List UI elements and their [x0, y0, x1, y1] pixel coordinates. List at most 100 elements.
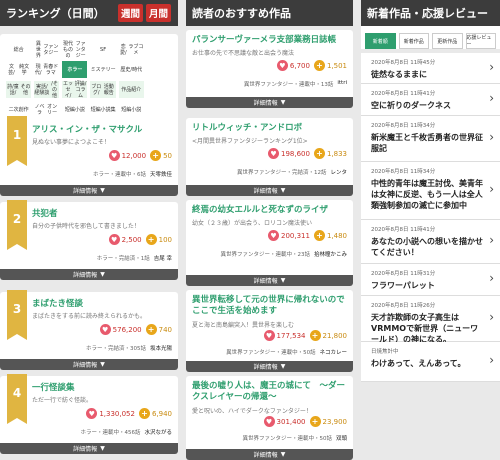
review-item[interactable]: 2020年8月8日 11時41分 あなたの小説への想いを描かせてください！ ›: [361, 220, 500, 264]
details-button[interactable]: 詳細情報 ▼: [0, 443, 178, 454]
review-title[interactable]: 天才詐欺師の女子高生はVRMMOで新世界（ニューワールド）の神になる。: [371, 312, 483, 345]
coins-count: 1,501: [326, 61, 347, 70]
author-name[interactable]: 双頭: [336, 434, 347, 442]
author-name[interactable]: ネコカレー: [320, 348, 347, 356]
work-title[interactable]: 異世界転移して元の世界に帰れないのでここで生活を始めます: [192, 295, 347, 317]
genre-item[interactable]: SF: [90, 41, 116, 58]
author-name[interactable]: 坂本光陽: [150, 344, 172, 352]
author-name[interactable]: 水沢ながる: [144, 428, 172, 436]
review-item[interactable]: 2020年8月8日 11時34分中性的青年は魔王討伐、美青年は女神に反逆、もう一…: [361, 162, 500, 220]
coin-icon: +: [313, 60, 325, 71]
review-item[interactable]: 2020年8月8日 11時41分 空に祈りのダークネス ›: [361, 84, 500, 116]
ranking-card[interactable]: 2 共犯者 自分の子供時代を邪色して書きました！ ♥ 2,500 +100 ホラー・完結済・…: [0, 200, 178, 280]
genre-label: 文芸/: [8, 63, 15, 76]
work-title[interactable]: アリス・イン・ザ・マサクル: [32, 123, 142, 135]
work-title[interactable]: 共犯者: [32, 207, 58, 219]
review-title[interactable]: フラワーパレット: [371, 280, 483, 291]
review-item[interactable]: 2020年8月8日 11時45分 徒然なるままに ›: [361, 53, 500, 84]
coins-stat: +21,800: [309, 330, 347, 341]
heart-icon: ♥: [263, 416, 275, 427]
genre-item[interactable]: 現代ものの ファンタジー: [62, 41, 88, 59]
details-button[interactable]: 詳細情報 ▼: [0, 269, 178, 280]
review-title[interactable]: 空に祈りのダークネス: [371, 100, 483, 111]
recommend-card[interactable]: 終焉の幼女エルルと死なずのライザ 幼女（２３歳）が出会う、ロリコン魔法使い ♥ 200…: [186, 200, 353, 286]
review-item[interactable]: 2020年8月8日 11時31分 フラワーパレット ›: [361, 264, 500, 296]
genre-label-line2: ラブコメ: [128, 43, 144, 56]
details-button[interactable]: 詳細情報 ▼: [186, 97, 353, 108]
reviews-column: 新着作品・応援レビュー 新着順 新着作品 更新作品 応援レビュー 2020年8月8日 …: [361, 0, 500, 460]
work-title[interactable]: 最後の嘘り人は、魔王の城にて ～ダークスレイヤーの帰還～: [192, 381, 347, 403]
genre-item[interactable]: ホラー: [62, 61, 88, 78]
author-name[interactable]: 天零鉄佳: [150, 170, 172, 178]
chevron-right-icon: ›: [489, 310, 494, 324]
author-name[interactable]: レンタ: [330, 168, 347, 176]
genre-item[interactable]: 短編小説: [118, 101, 144, 118]
review-item[interactable]: 2020年8月8日 11時26分天才詐欺師の女子高生はVRMMOで新世界（ニュー…: [361, 296, 500, 345]
review-date: 2020年8月8日 11時26分: [371, 303, 436, 309]
review-title[interactable]: 中性的青年は魔王討伐、美青年は女神に反逆、もう一人は全人類強制参加の滅亡に参加中: [371, 178, 483, 211]
coins-count: 740: [158, 325, 172, 334]
genre-item[interactable]: 短編小説集: [90, 101, 116, 118]
details-button[interactable]: 詳細情報 ▼: [186, 185, 353, 196]
genre-item[interactable]: 短編小説: [62, 101, 88, 118]
reviews-tab[interactable]: 新着順: [365, 33, 396, 49]
details-button[interactable]: 詳細情報 ▼: [186, 275, 353, 286]
genre-item[interactable]: 詩/童話/その他: [6, 81, 32, 98]
work-title[interactable]: 終焉の幼女エルルと死なずのライザ: [192, 205, 347, 216]
reviews-tab[interactable]: 更新作品: [432, 33, 463, 49]
genre-item[interactable]: ブログ/活動報告: [90, 81, 116, 98]
details-button[interactable]: 詳細情報 ▼: [0, 185, 178, 196]
genre-item[interactable]: 歴史/時代: [118, 61, 144, 78]
genre-item[interactable]: 現代/青春ドラマ: [34, 61, 60, 78]
tab-monthly-button[interactable]: 月間: [146, 4, 171, 22]
genre-item[interactable]: 総合: [6, 41, 32, 58]
recommend-card[interactable]: 異世界転移して元の世界に帰れないのでここで生活を始めます夏と海と南島編突入！異世…: [186, 290, 353, 372]
ranking-card[interactable]: 4 一行怪談集 ただ一行で紡ぐ怪談。 ♥ 1,330,052 +6,940 ホラー・連載中・…: [0, 374, 178, 454]
meta-text: 異世界ファンタジー・連載中・13話: [243, 82, 334, 88]
work-title[interactable]: 一行怪談集: [32, 381, 75, 393]
hearts-count: 576,200: [112, 325, 142, 334]
genre-item: [146, 101, 172, 118]
review-item[interactable]: 日焼焦計中 わけあって、えんあって。 ›: [361, 342, 500, 382]
genre-item[interactable]: ミステリー: [90, 61, 116, 78]
work-title[interactable]: リトルウィッチ・アンドロボ: [192, 123, 347, 134]
work-stats: ♥ 6,700 +1,501: [276, 60, 347, 71]
heart-icon: ♥: [268, 148, 279, 159]
work-title[interactable]: パランサーヴァーメラ支部業務日誌帳: [192, 35, 347, 46]
author-name[interactable]: ittri: [337, 80, 347, 88]
recommend-card[interactable]: リトルウィッチ・アンドロボ <月間異世界ファンタジーランキング1位> ♥ 198,60…: [186, 118, 353, 196]
genre-label: 短編小説集: [90, 106, 116, 113]
genre-item[interactable]: 恋愛/ラブコメ: [118, 41, 144, 58]
reviews-tab[interactable]: 応援レビュー: [465, 33, 496, 49]
author-name[interactable]: 吉尾 幸: [154, 254, 172, 262]
details-button[interactable]: 詳細情報 ▼: [0, 359, 178, 370]
recommend-card[interactable]: パランサーヴァーメラ支部業務日誌帳 お仕事の先で不思議な敵と出会う魔法 ♥ 6,700…: [186, 30, 353, 108]
genre-item[interactable]: 異世界 ファンタジー: [34, 41, 60, 59]
ranking-card[interactable]: 3 まばたき怪談 まばたきをする前に読み終えられるかも。 ♥ 576,200 +740 ホラ…: [0, 290, 178, 370]
coins-count: 50: [163, 151, 172, 160]
ranking-card[interactable]: 1 アリス・イン・ザ・マサクル 見ぬない事夢によつよこそ！ ♥ 12,000 +50 ホラー…: [0, 116, 178, 196]
rank-ribbon: 1: [7, 116, 27, 166]
review-title[interactable]: あなたの小説への想いを描かせてください！: [371, 236, 483, 258]
genre-item[interactable]: ノベラ オンリー: [34, 101, 60, 118]
genre-item[interactable]: 文芸/純文学: [6, 61, 32, 78]
work-description: 夏と海と南島編突入！異世界を楽しむ: [192, 322, 295, 329]
review-title[interactable]: 徒然なるままに: [371, 69, 483, 80]
work-title[interactable]: まばたき怪談: [32, 297, 83, 309]
chevron-down-icon: ▼: [100, 361, 105, 368]
details-label: 詳細情報: [253, 100, 278, 107]
tab-weekly-button[interactable]: 週間: [118, 4, 143, 22]
reviews-tab[interactable]: 新着作品: [398, 33, 429, 49]
review-item[interactable]: 2020年8月8日 11時34分 新米魔王と千枚舌勇者の世界征服記 ›: [361, 116, 500, 162]
genre-item[interactable]: 作品紹介: [118, 81, 144, 98]
review-title[interactable]: 新米魔王と千枚舌勇者の世界征服記: [371, 132, 483, 154]
details-button[interactable]: 詳細情報 ▼: [186, 361, 353, 372]
review-date: 2020年8月8日 11時34分: [371, 169, 436, 175]
details-button[interactable]: 詳細情報 ▼: [186, 449, 353, 460]
review-title[interactable]: わけあって、えんあって。: [371, 358, 483, 369]
genre-item[interactable]: 実話/経験談/その他: [34, 81, 60, 99]
genre-item[interactable]: エッセイ/評論/コラム: [62, 81, 88, 99]
author-name[interactable]: 拾林瞳かこみ: [314, 250, 347, 258]
details-label: 詳細情報: [253, 364, 278, 371]
recommend-card[interactable]: 最後の嘘り人は、魔王の城にて ～ダークスレイヤーの帰還～ 愛と呪いの、ハイでダーク…: [186, 376, 353, 460]
